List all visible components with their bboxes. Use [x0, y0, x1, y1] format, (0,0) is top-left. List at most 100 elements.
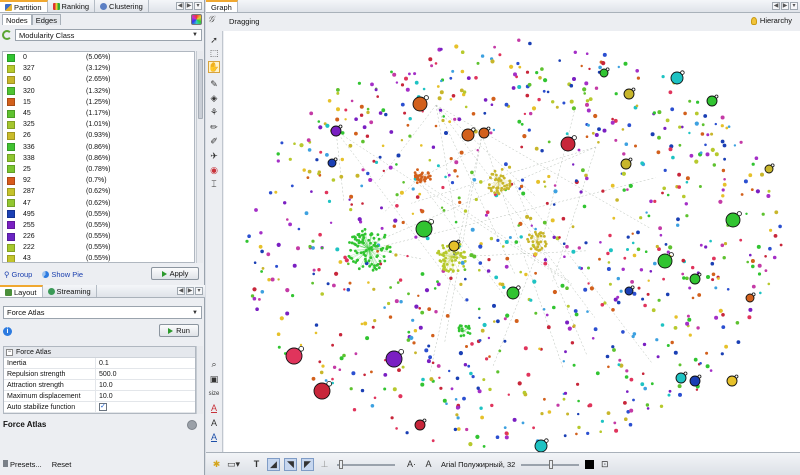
graph-node[interactable]	[670, 340, 674, 345]
graph-node[interactable]	[494, 275, 499, 280]
graph-node[interactable]	[374, 88, 378, 92]
graph-node[interactable]	[593, 113, 598, 119]
graph-canvas[interactable]	[224, 31, 800, 452]
graph-node[interactable]	[640, 161, 645, 166]
graph-node[interactable]	[258, 298, 261, 301]
graph-node[interactable]	[703, 114, 708, 118]
graph-node[interactable]	[252, 296, 257, 301]
graph-node[interactable]	[277, 278, 280, 281]
graph-node[interactable]	[469, 371, 473, 376]
color-swatch[interactable]	[7, 53, 15, 62]
graph-node[interactable]	[361, 168, 365, 172]
graph-node[interactable]	[470, 227, 475, 232]
graph-node[interactable]	[357, 217, 362, 222]
settings-icon[interactable]: ⊡	[598, 458, 611, 471]
graph-node[interactable]	[501, 174, 505, 178]
graph-node[interactable]	[627, 123, 632, 128]
graph-node[interactable]	[739, 238, 743, 242]
graph-node[interactable]	[492, 185, 495, 189]
graph-node[interactable]	[462, 396, 466, 401]
graph-node[interactable]	[440, 206, 444, 209]
graph-node[interactable]	[721, 188, 725, 192]
graph-hub-node[interactable]	[657, 253, 673, 269]
graph-node[interactable]	[490, 59, 495, 64]
graph-node[interactable]	[747, 315, 752, 320]
graph-node[interactable]	[277, 345, 281, 349]
graph-node[interactable]	[513, 72, 517, 77]
screenshot-menu-icon[interactable]: ▭▾	[227, 458, 240, 471]
graph-node[interactable]	[528, 216, 533, 221]
graph-node[interactable]	[496, 370, 500, 374]
graph-node[interactable]	[296, 246, 300, 251]
graph-node[interactable]	[349, 387, 353, 391]
graph-node[interactable]	[324, 379, 328, 382]
graph-node[interactable]	[448, 120, 452, 124]
graph-node[interactable]	[653, 199, 657, 203]
graph-node[interactable]	[365, 134, 370, 138]
graph-node[interactable]	[283, 201, 287, 205]
graph-node[interactable]	[503, 188, 506, 191]
graph-node[interactable]	[626, 248, 629, 251]
graph-node[interactable]	[382, 169, 385, 173]
graph-node[interactable]	[324, 190, 329, 195]
graph-node[interactable]	[453, 427, 458, 432]
graph-node[interactable]	[395, 427, 398, 430]
scroll-thumb[interactable]	[198, 59, 203, 119]
graph-node[interactable]	[529, 298, 533, 302]
graph-node[interactable]	[543, 235, 546, 238]
graph-node[interactable]	[260, 270, 263, 273]
graph-node[interactable]	[490, 403, 494, 408]
graph-node[interactable]	[440, 79, 443, 83]
graph-node[interactable]	[562, 397, 566, 401]
graph-node[interactable]	[424, 177, 428, 181]
tab-graph[interactable]: Graph	[206, 0, 238, 12]
graph-node[interactable]	[564, 350, 567, 354]
graph-hub-node[interactable]	[675, 372, 687, 384]
graph-node[interactable]	[546, 325, 551, 330]
edges-curved-icon[interactable]: ◢	[267, 457, 280, 471]
graph-node[interactable]	[362, 236, 366, 239]
graph-node[interactable]	[493, 45, 496, 49]
graph-node[interactable]	[442, 115, 445, 118]
graph-node[interactable]	[319, 150, 323, 154]
tab-menu-icon[interactable]: ▾	[194, 2, 202, 10]
graph-node[interactable]	[449, 76, 453, 80]
graph-node[interactable]	[748, 307, 753, 312]
graph-node[interactable]	[688, 333, 692, 337]
graph-node[interactable]	[586, 431, 590, 435]
graph-node[interactable]	[480, 54, 485, 58]
graph-node[interactable]	[615, 198, 619, 202]
graph-node[interactable]	[531, 240, 535, 244]
graph-node[interactable]	[373, 241, 377, 245]
graph-node[interactable]	[678, 143, 682, 147]
graph-node[interactable]	[572, 77, 576, 81]
graph-node[interactable]	[431, 361, 435, 365]
graph-node[interactable]	[635, 69, 639, 73]
graph-node[interactable]	[681, 258, 686, 263]
partition-row[interactable]: 327 (3.12%)	[3, 63, 194, 74]
graph-node[interactable]	[451, 69, 455, 73]
graph-node[interactable]	[539, 231, 543, 235]
graph-node[interactable]	[512, 417, 517, 422]
graph-node[interactable]	[454, 398, 458, 401]
apply-button[interactable]: Apply	[151, 267, 199, 280]
graph-node[interactable]	[547, 140, 551, 144]
graph-hub-node[interactable]	[327, 158, 337, 168]
graph-node[interactable]	[543, 397, 546, 401]
graph-node[interactable]	[471, 375, 475, 379]
graph-node[interactable]	[336, 88, 340, 92]
graph-node[interactable]	[491, 172, 495, 176]
graph-node[interactable]	[565, 244, 569, 249]
graph-node[interactable]	[712, 163, 716, 167]
graph-node[interactable]	[558, 59, 561, 62]
graph-node[interactable]	[571, 225, 575, 229]
graph-node[interactable]	[772, 255, 777, 260]
graph-node[interactable]	[479, 180, 483, 184]
graph-node[interactable]	[552, 289, 557, 295]
graph-node[interactable]	[540, 412, 544, 416]
edges-straight-icon[interactable]: ◥	[284, 457, 297, 471]
graph-node[interactable]	[643, 303, 647, 308]
graph-node[interactable]	[354, 117, 358, 121]
graph-node[interactable]	[350, 203, 353, 206]
graph-node[interactable]	[514, 319, 519, 323]
